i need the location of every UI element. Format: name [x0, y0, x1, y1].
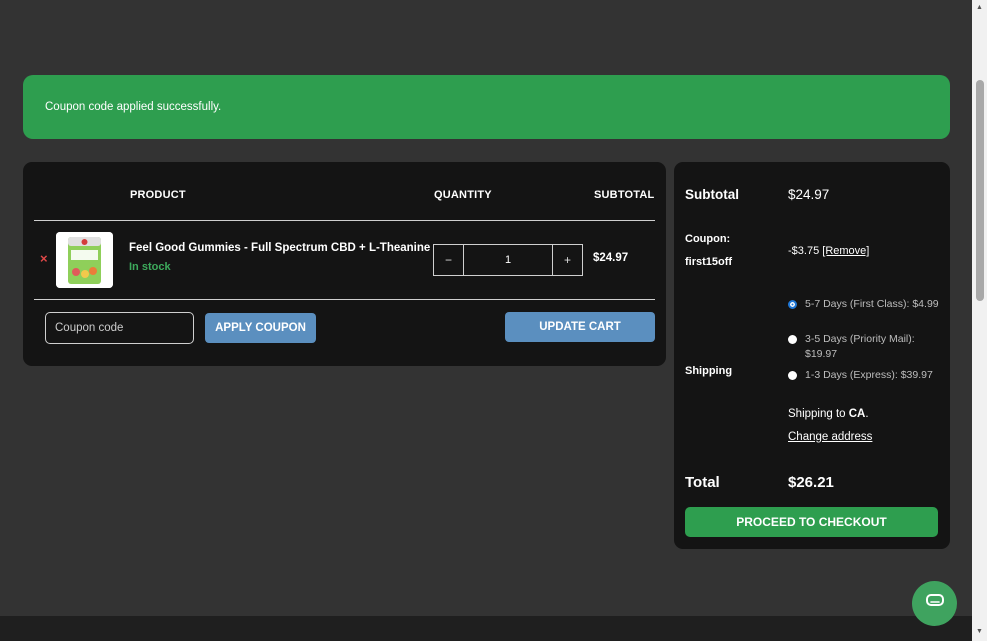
- shipping-region: CA: [848, 408, 866, 420]
- subtotal-label: Subtotal: [685, 187, 739, 202]
- chat-widget-button[interactable]: [912, 581, 957, 626]
- notice-message: Coupon code applied successfully.: [45, 101, 222, 113]
- footer-bar: [0, 616, 972, 641]
- increment-button[interactable]: +: [553, 245, 582, 275]
- shipping-destination: Shipping to CA.: [788, 408, 869, 420]
- coupon-code-input[interactable]: [45, 312, 194, 344]
- shipping-option-priority[interactable]: 3-5 Days (Priority Mail): $19.97: [788, 332, 945, 362]
- shipping-to-suffix: .: [865, 408, 869, 420]
- header-quantity: QUANTITY: [434, 189, 492, 201]
- page-scrollbar[interactable]: ▲ ▼: [972, 0, 987, 641]
- radio-checked-icon[interactable]: [788, 300, 797, 309]
- shipping-option-label: 3-5 Days (Priority Mail): $19.97: [805, 333, 915, 360]
- radio-unchecked-icon[interactable]: [788, 335, 797, 344]
- coupon-discount-amount: -$3.75: [788, 245, 820, 257]
- header-divider: [34, 220, 655, 221]
- coupon-success-notice: Coupon code applied successfully.: [23, 75, 950, 139]
- item-divider: [34, 299, 655, 300]
- header-product: PRODUCT: [130, 189, 186, 201]
- quantity-input[interactable]: 1: [463, 245, 553, 275]
- total-label: Total: [685, 474, 720, 491]
- radio-unchecked-icon[interactable]: [788, 371, 797, 380]
- shipping-option-label: 1-3 Days (Express): $39.97: [805, 369, 933, 381]
- product-thumbnail[interactable]: [56, 232, 113, 288]
- proceed-to-checkout-button[interactable]: PROCEED TO CHECKOUT: [685, 507, 938, 537]
- scroll-down-arrow-icon[interactable]: ▼: [976, 628, 983, 635]
- update-cart-button[interactable]: UPDATE CART: [505, 312, 655, 342]
- cart-table: PRODUCT QUANTITY SUBTOTAL × Feel Good Gu…: [23, 162, 666, 366]
- shipping-to-prefix: Shipping to: [788, 408, 849, 420]
- chat-bubble-icon: [925, 594, 944, 613]
- coupon-code: first15off: [685, 256, 733, 268]
- shipping-option-first-class[interactable]: 5-7 Days (First Class): $4.99: [788, 297, 945, 312]
- shipping-option-express[interactable]: 1-3 Days (Express): $39.97: [788, 368, 955, 383]
- apply-coupon-button[interactable]: APPLY COUPON: [205, 313, 316, 343]
- stock-status: In stock: [129, 261, 171, 273]
- quantity-stepper: − 1 +: [433, 244, 583, 276]
- coupon-discount: -$3.75 [Remove]: [788, 245, 869, 257]
- change-address-link[interactable]: Change address: [788, 431, 872, 443]
- header-subtotal: SUBTOTAL: [594, 189, 655, 201]
- remove-coupon-link[interactable]: [Remove]: [822, 245, 869, 257]
- decrement-button[interactable]: −: [434, 245, 463, 275]
- shipping-option-label: 5-7 Days (First Class): $4.99: [805, 298, 939, 310]
- subtotal-value: $24.97: [788, 187, 830, 202]
- cart-totals: Subtotal $24.97 Coupon: first15off -$3.7…: [674, 162, 950, 549]
- remove-item-button[interactable]: ×: [40, 251, 48, 266]
- scroll-up-arrow-icon[interactable]: ▲: [976, 4, 983, 11]
- product-name-link[interactable]: Feel Good Gummies - Full Spectrum CBD + …: [129, 242, 430, 254]
- total-value: $26.21: [788, 474, 834, 491]
- scrollbar-thumb[interactable]: [976, 80, 984, 301]
- line-subtotal: $24.97: [593, 252, 629, 264]
- coupon-label: Coupon:: [685, 233, 731, 245]
- shipping-label: Shipping: [685, 365, 733, 377]
